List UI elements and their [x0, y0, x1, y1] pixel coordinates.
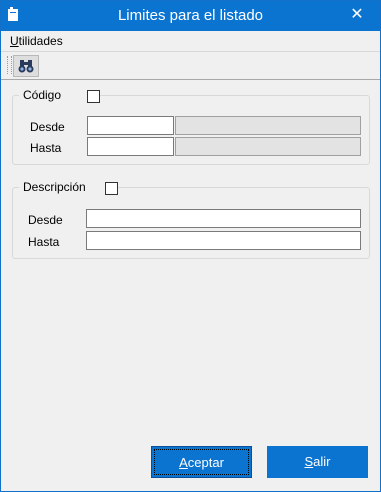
descripcion-group: Descripción Desde Hasta — [12, 180, 370, 259]
close-icon: ✕ — [350, 6, 364, 23]
search-button[interactable] — [13, 55, 39, 77]
aceptar-mnemonic: A — [179, 455, 188, 470]
descripcion-hasta-label: Hasta — [28, 235, 60, 249]
codigo-hasta-label: Hasta — [30, 141, 62, 155]
window-title: Limites para el listado — [117, 7, 264, 24]
codigo-desde-description — [175, 116, 361, 135]
salir-label: alir — [313, 454, 331, 469]
codigo-hasta-input[interactable] — [87, 137, 174, 156]
salir-mnemonic: S — [304, 454, 314, 469]
toolbar — [1, 52, 380, 80]
codigo-desde-input[interactable] — [87, 116, 174, 135]
codigo-group: Código Desde Hasta — [12, 88, 370, 165]
menu-utilidades[interactable]: Utilidades — [10, 34, 63, 48]
toolbar-grip[interactable] — [7, 56, 12, 74]
title-bar[interactable]: Limites para el listado ✕ — [1, 1, 380, 31]
descripcion-hasta-input[interactable] — [86, 231, 361, 250]
codigo-hasta-description — [175, 137, 361, 156]
codigo-group-title: Código — [19, 88, 97, 102]
close-button[interactable]: ✕ — [334, 1, 380, 31]
codigo-label: Código — [23, 88, 62, 102]
dialog-window: Limites para el listado ✕ Utilidades Cód… — [0, 0, 381, 492]
aceptar-button[interactable]: Aceptar — [151, 446, 252, 478]
menu-utilidades-label: tilidades — [18, 34, 63, 48]
descripcion-group-title: Descripción — [19, 180, 118, 194]
codigo-checkbox[interactable] — [87, 90, 100, 103]
descripcion-label: Descripción — [23, 180, 86, 194]
binoculars-icon — [18, 60, 34, 73]
descripcion-checkbox[interactable] — [105, 182, 118, 195]
aceptar-label: ceptar — [187, 455, 224, 470]
menu-bar: Utilidades — [1, 31, 380, 52]
menu-utilidades-mnemonic: U — [10, 34, 19, 48]
descripcion-desde-label: Desde — [28, 213, 63, 227]
codigo-desde-label: Desde — [30, 120, 65, 134]
descripcion-desde-input[interactable] — [86, 209, 361, 228]
salir-button[interactable]: Salir — [267, 446, 368, 478]
